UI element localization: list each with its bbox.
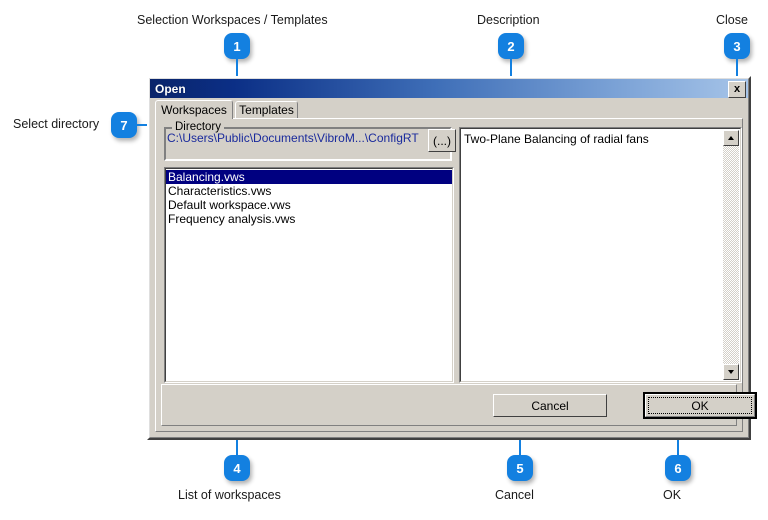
callout-label-2: Description — [477, 13, 540, 27]
callout-label-3: Close — [716, 13, 748, 27]
callout-label-5: Cancel — [495, 488, 534, 502]
tabstrip: Workspaces Templates — [155, 100, 743, 119]
list-item[interactable]: Frequency analysis.vws — [166, 212, 452, 226]
description-text: Two-Plane Balancing of radial fans — [464, 132, 649, 146]
description-inner: Two-Plane Balancing of radial fans — [460, 128, 741, 382]
description-scrollbar[interactable] — [723, 130, 739, 380]
listbox-inner: Balancing.vws Characteristics.vws Defaul… — [165, 168, 453, 382]
list-item[interactable]: Default workspace.vws — [166, 198, 452, 212]
callout-badge-6: 6 — [665, 455, 691, 481]
tab-templates[interactable]: Templates — [235, 101, 298, 118]
open-dialog: Open x Workspaces Templates Directory C:… — [147, 76, 757, 440]
callout-label-1: Selection Workspaces / Templates — [137, 13, 328, 27]
callout-label-6: OK — [663, 488, 682, 502]
callout-badge-2: 2 — [498, 33, 524, 59]
dialog-inner-frame: Open x Workspaces Templates Directory C:… — [149, 78, 757, 438]
callout-badge-1: 1 — [224, 33, 250, 59]
workspace-listbox[interactable]: Balancing.vws Characteristics.vws Defaul… — [164, 167, 454, 383]
scroll-up-icon[interactable] — [723, 130, 739, 146]
callout-badge-7: 7 — [111, 112, 137, 138]
list-item[interactable]: Characteristics.vws — [166, 184, 452, 198]
tab-workspaces[interactable]: Workspaces — [155, 100, 233, 119]
callout-label-4: List of workspaces — [178, 488, 281, 502]
directory-path-text: C:\Users\Public\Documents\VibroM...\Conf… — [167, 131, 419, 145]
callout-label-7: Select directory — [13, 117, 100, 131]
scroll-down-icon[interactable] — [723, 364, 739, 380]
dialog-title: Open — [155, 81, 186, 96]
ok-button-face: OK — [645, 394, 755, 417]
ok-focus-rectangle — [648, 397, 752, 414]
close-icon[interactable]: x — [728, 81, 746, 98]
callout-badge-4: 4 — [224, 455, 250, 481]
callout-badge-3: 3 — [724, 33, 750, 59]
list-item[interactable]: Balancing.vws — [166, 170, 452, 184]
browse-directory-button[interactable]: (...) — [428, 129, 456, 152]
cancel-button[interactable]: Cancel — [493, 394, 607, 417]
ok-button[interactable]: OK — [643, 392, 757, 419]
tab-panel-workspaces: Directory C:\Users\Public\Documents\Vibr… — [155, 118, 757, 432]
dialog-titlebar: Open x — [150, 79, 748, 98]
description-panel: Two-Plane Balancing of radial fans — [459, 127, 742, 383]
dialog-button-bar: Cancel OK — [161, 384, 757, 426]
callout-badge-5: 5 — [507, 455, 533, 481]
